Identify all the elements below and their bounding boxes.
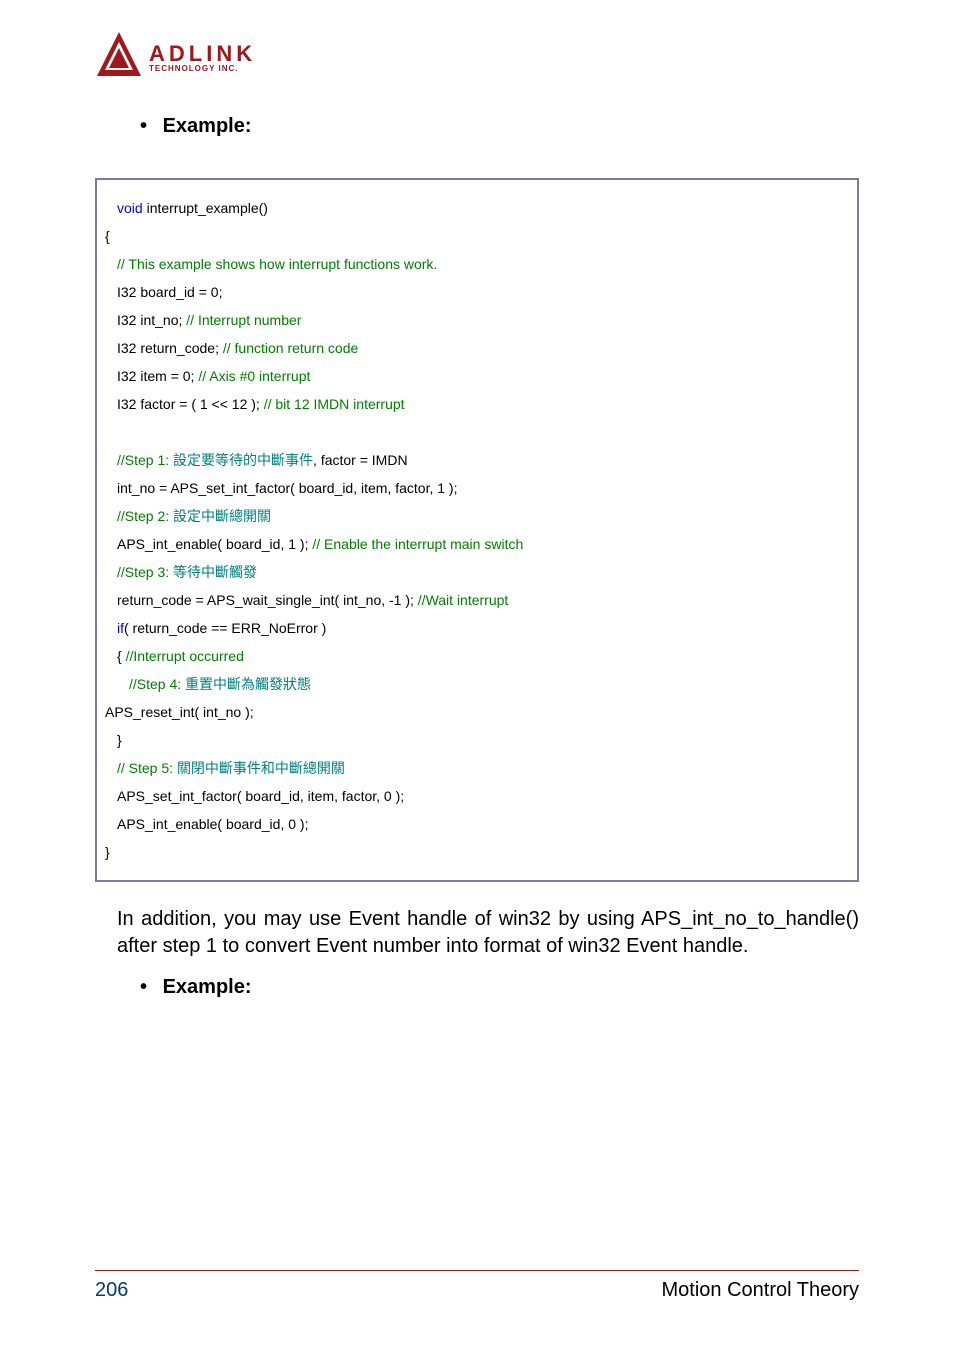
code-comment: // Interrupt number [186, 312, 301, 328]
code-keyword: if [117, 620, 124, 636]
code-comment-cjk: 設定中斷總開關 [173, 508, 271, 524]
code-comment: // function return code [223, 340, 358, 356]
brand-logo: ADLINK TECHNOLOGY INC. [95, 30, 859, 85]
code-comment: //Step 1: [117, 452, 173, 468]
heading-text: Example: [151, 976, 251, 998]
code-comment: // Axis #0 interrupt [198, 368, 310, 384]
code-text: } [105, 838, 849, 866]
code-example-block: void interrupt_example() { // This examp… [95, 178, 859, 882]
logo-triangle-icon [95, 30, 143, 85]
code-text: int_no = APS_set_int_factor( board_id, i… [105, 474, 849, 502]
code-text: interrupt_example() [143, 200, 268, 216]
code-text: APS_int_enable( board_id, 1 ); [117, 536, 312, 552]
example-heading-2: • Example: [140, 976, 859, 999]
code-comment-cjk: 等待中斷觸發 [173, 564, 257, 580]
code-comment-cjk: 設定要等待的中斷事件 [173, 452, 313, 468]
code-comment-cjk: 重置中斷為觸發狀態 [185, 676, 311, 692]
code-comment: //Interrupt occurred [126, 648, 244, 664]
code-text: APS_set_int_factor( board_id, item, fact… [105, 782, 849, 810]
code-text: { [105, 222, 849, 250]
code-text: I32 factor = ( 1 << 12 ); [117, 396, 264, 412]
code-text: ( return_code == ERR_NoError ) [124, 620, 326, 636]
code-text: I32 int_no; [117, 312, 186, 328]
code-comment: //Step 2: [117, 508, 173, 524]
code-text: , factor = IMDN [313, 452, 408, 468]
code-comment: // Step 5: [117, 760, 177, 776]
page-number: 206 [95, 1279, 128, 1302]
logo-sub-text: TECHNOLOGY INC. [149, 65, 256, 73]
code-comment: //Step 4: [129, 676, 185, 692]
footer-title: Motion Control Theory [662, 1279, 860, 1302]
code-text: APS_int_enable( board_id, 0 ); [105, 810, 849, 838]
code-text: APS_reset_int( int_no ); [105, 698, 849, 726]
example-heading-1: • Example: [140, 115, 859, 138]
code-text: { [117, 648, 126, 664]
heading-text: Example: [151, 115, 251, 137]
logo-brand-text: ADLINK [149, 43, 256, 65]
code-comment: //Wait interrupt [418, 592, 509, 608]
body-paragraph: In addition, you may use Event handle of… [117, 906, 859, 960]
code-text: I32 item = 0; [117, 368, 198, 384]
page-footer: 206 Motion Control Theory [95, 1270, 859, 1302]
code-text: return_code = APS_wait_single_int( int_n… [117, 592, 418, 608]
code-comment: //Step 3: [117, 564, 173, 580]
code-comment: // This example shows how interrupt func… [105, 250, 849, 278]
bullet-icon: • [140, 115, 147, 137]
code-keyword: void [117, 200, 143, 216]
bullet-icon: • [140, 976, 147, 998]
code-text: I32 return_code; [117, 340, 223, 356]
code-text: I32 board_id = 0; [105, 278, 849, 306]
code-comment-cjk: 關閉中斷事件和中斷總開關 [177, 760, 345, 776]
code-text: } [105, 726, 849, 754]
code-comment: // Enable the interrupt main switch [312, 536, 523, 552]
code-comment: // bit 12 IMDN interrupt [264, 396, 405, 412]
